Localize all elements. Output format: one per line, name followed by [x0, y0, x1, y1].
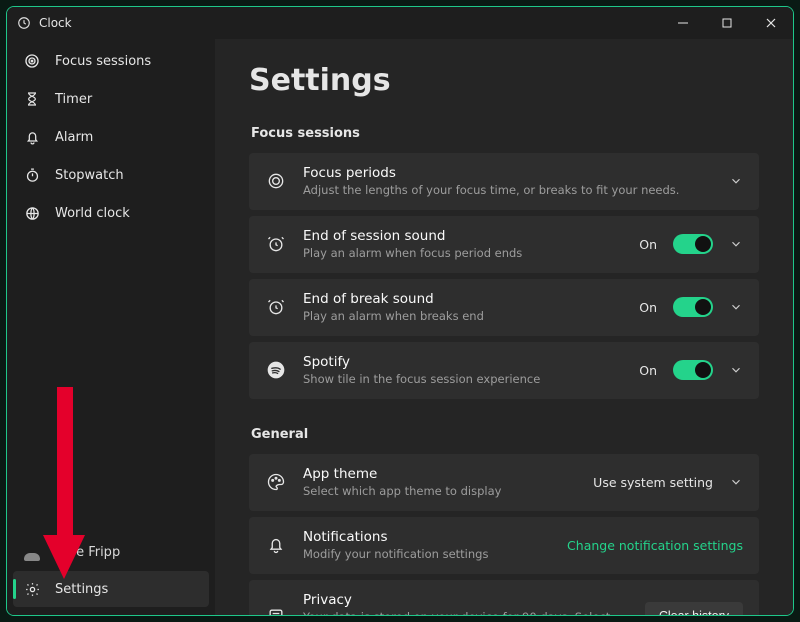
row-subtitle: Your data is stored on your device for 9…	[303, 610, 629, 615]
minimize-button[interactable]	[661, 7, 705, 39]
avatar	[21, 541, 43, 563]
sidebar-item-world-clock[interactable]: World clock	[13, 195, 209, 231]
row-subtitle: Select which app theme to display	[303, 484, 577, 499]
toggle-state: On	[639, 363, 657, 378]
row-subtitle: Modify your notification settings	[303, 547, 551, 562]
end-session-sound-toggle[interactable]	[673, 234, 713, 254]
row-title: Privacy	[303, 592, 629, 608]
palette-icon	[265, 471, 287, 493]
end-break-sound-toggle[interactable]	[673, 297, 713, 317]
sidebar-item-label: Settings	[55, 582, 108, 597]
row-subtitle: Play an alarm when breaks end	[303, 309, 623, 324]
row-focus-periods[interactable]: Focus periods Adjust the lengths of your…	[249, 153, 759, 210]
chevron-down-icon	[729, 475, 743, 489]
alarm-clock-icon	[265, 296, 287, 318]
section-heading: Focus sessions	[251, 126, 759, 141]
user-name: Ollie Fripp	[55, 545, 120, 560]
page-title: Settings	[249, 63, 759, 98]
sidebar-item-settings[interactable]: Settings	[13, 571, 209, 607]
hourglass-icon	[23, 90, 41, 108]
row-app-theme[interactable]: App theme Select which app theme to disp…	[249, 454, 759, 511]
row-notifications: Notifications Modify your notification s…	[249, 517, 759, 574]
toggle-state: On	[639, 237, 657, 252]
maximize-button[interactable]	[705, 7, 749, 39]
stopwatch-icon	[23, 166, 41, 184]
row-spotify: Spotify Show tile in the focus session e…	[249, 342, 759, 399]
chevron-down-icon[interactable]	[729, 363, 743, 377]
section-general: General App theme Select which app theme…	[249, 427, 759, 615]
gear-icon	[23, 580, 41, 598]
window-controls	[661, 7, 793, 39]
chevron-down-icon[interactable]	[729, 237, 743, 251]
row-end-break-sound: End of break sound Play an alarm when br…	[249, 279, 759, 336]
sidebar-item-label: Timer	[55, 92, 92, 107]
clear-history-button[interactable]: Clear history	[645, 602, 743, 615]
row-end-session-sound: End of session sound Play an alarm when …	[249, 216, 759, 273]
row-title: End of session sound	[303, 228, 623, 244]
chevron-down-icon[interactable]	[729, 300, 743, 314]
user-account-row[interactable]: Ollie Fripp	[7, 533, 215, 571]
section-heading: General	[251, 427, 759, 442]
row-privacy: Privacy Your data is stored on your devi…	[249, 580, 759, 615]
data-icon	[265, 605, 287, 615]
titlebar: Clock	[7, 7, 793, 39]
alarm-clock-icon	[265, 233, 287, 255]
row-title: Spotify	[303, 354, 623, 370]
row-subtitle: Play an alarm when focus period ends	[303, 246, 623, 261]
bell-icon	[265, 534, 287, 556]
theme-value: Use system setting	[593, 475, 713, 490]
globe-icon	[23, 204, 41, 222]
spotify-toggle[interactable]	[673, 360, 713, 380]
section-focus-sessions: Focus sessions Focus periods Adjust the …	[249, 126, 759, 399]
sidebar-item-alarm[interactable]: Alarm	[13, 119, 209, 155]
clock-app-icon	[17, 16, 31, 30]
sidebar-item-focus-sessions[interactable]: Focus sessions	[13, 43, 209, 79]
row-title: App theme	[303, 466, 577, 482]
sidebar-item-label: Focus sessions	[55, 54, 151, 69]
chevron-down-icon	[729, 174, 743, 188]
row-title: Focus periods	[303, 165, 713, 181]
sidebar-item-label: Stopwatch	[55, 168, 124, 183]
row-subtitle: Adjust the lengths of your focus time, o…	[303, 183, 713, 198]
app-title: Clock	[39, 16, 72, 30]
change-notification-settings-link[interactable]: Change notification settings	[567, 538, 743, 553]
row-subtitle: Show tile in the focus session experienc…	[303, 372, 623, 387]
close-button[interactable]	[749, 7, 793, 39]
row-title: Notifications	[303, 529, 551, 545]
bell-icon	[23, 128, 41, 146]
sidebar-item-stopwatch[interactable]: Stopwatch	[13, 157, 209, 193]
sidebar: Focus sessions Timer Alarm Stopwatch Wor…	[7, 39, 215, 615]
toggle-state: On	[639, 300, 657, 315]
sidebar-item-timer[interactable]: Timer	[13, 81, 209, 117]
row-title: End of break sound	[303, 291, 623, 307]
target-icon	[23, 52, 41, 70]
spotify-icon	[265, 359, 287, 381]
main-content: Settings Focus sessions Focus periods Ad…	[215, 39, 793, 615]
sidebar-item-label: Alarm	[55, 130, 93, 145]
focus-periods-icon	[265, 170, 287, 192]
sidebar-item-label: World clock	[55, 206, 130, 221]
app-window: Clock Focus sessions Timer Alarm	[6, 6, 794, 616]
